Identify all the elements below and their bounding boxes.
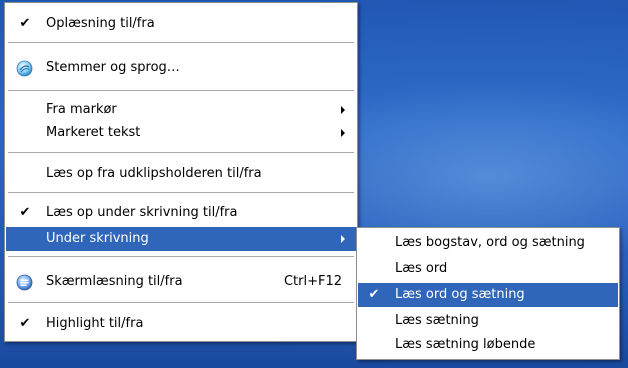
submenu-item-laes-saetning-loebende[interactable]: Læs sætning løbende xyxy=(358,333,618,357)
checkmark-icon: ✔ xyxy=(368,287,380,302)
under-skrivning-submenu: Læs bogstav, ord og sætning Læs ord ✔ Læ… xyxy=(356,227,620,360)
menu-item-stemmer-og-sprog[interactable]: Stemmer og sprog… xyxy=(6,56,356,80)
checkmark-icon: ✔ xyxy=(19,205,31,220)
checkmark-icon: ✔ xyxy=(19,316,31,331)
menu-item-shortcut: Ctrl+F12 xyxy=(283,274,342,289)
menu-separator xyxy=(8,256,354,258)
menu-item-label: Stemmer og sprog… xyxy=(46,60,180,75)
menu-item-label: Læs ord og sætning xyxy=(395,287,525,302)
menu-item-label: Læs sætning xyxy=(395,313,479,328)
menu-separator xyxy=(8,42,354,44)
menu-item-oplaesning[interactable]: ✔ Oplæsning til/fra xyxy=(6,12,356,36)
menu-item-label: Læs bogstav, ord og sætning xyxy=(395,235,585,250)
submenu-arrow-icon xyxy=(341,129,345,137)
menu-item-label: Fra markør xyxy=(46,102,117,117)
menu-item-under-skrivning[interactable]: Under skrivning xyxy=(6,227,356,251)
menu-item-label: Markeret tekst xyxy=(46,125,141,140)
menu-item-label: Oplæsning til/fra xyxy=(46,16,155,31)
menu-item-laes-op-under-skrivning[interactable]: ✔ Læs op under skrivning til/fra xyxy=(6,201,356,225)
menu-separator xyxy=(8,302,354,304)
submenu-item-laes-ord-og-saetning[interactable]: ✔ Læs ord og sætning xyxy=(358,283,618,307)
submenu-item-laes-bogstav-ord-saetning[interactable]: Læs bogstav, ord og sætning xyxy=(358,231,618,255)
menu-separator xyxy=(8,90,354,92)
menu-item-label: Under skrivning xyxy=(46,231,149,246)
menu-item-label: Highlight til/fra xyxy=(46,316,144,331)
menu-item-highlight[interactable]: ✔ Highlight til/fra xyxy=(6,312,356,336)
menu-item-label: Læs op under skrivning til/fra xyxy=(46,205,238,220)
menu-item-skaermlaesning[interactable]: Skærmlæsning til/fra Ctrl+F12 xyxy=(6,270,356,294)
menu-separator xyxy=(8,192,354,194)
menu-item-udklipsholder[interactable]: Læs op fra udklipsholderen til/fra xyxy=(6,162,356,186)
submenu-item-laes-saetning[interactable]: Læs sætning xyxy=(358,309,618,333)
submenu-arrow-icon xyxy=(341,106,345,114)
menu-item-fra-markoer[interactable]: Fra markør xyxy=(6,98,356,122)
menu-item-label: Læs sætning løbende xyxy=(395,337,536,352)
menu-item-label: Læs ord xyxy=(395,261,448,276)
submenu-item-laes-ord[interactable]: Læs ord xyxy=(358,257,618,281)
menu-item-label: Skærmlæsning til/fra xyxy=(46,274,183,289)
context-menu: ✔ Oplæsning til/fra Stemmer og sprog… Fr… xyxy=(4,2,358,342)
menu-item-markeret-tekst[interactable]: Markeret tekst xyxy=(6,121,356,145)
submenu-arrow-icon xyxy=(341,235,345,243)
voice-settings-icon xyxy=(16,60,33,77)
screen-reader-icon xyxy=(16,274,33,291)
menu-separator xyxy=(8,152,354,154)
checkmark-icon: ✔ xyxy=(19,16,31,31)
menu-item-label: Læs op fra udklipsholderen til/fra xyxy=(46,166,262,181)
